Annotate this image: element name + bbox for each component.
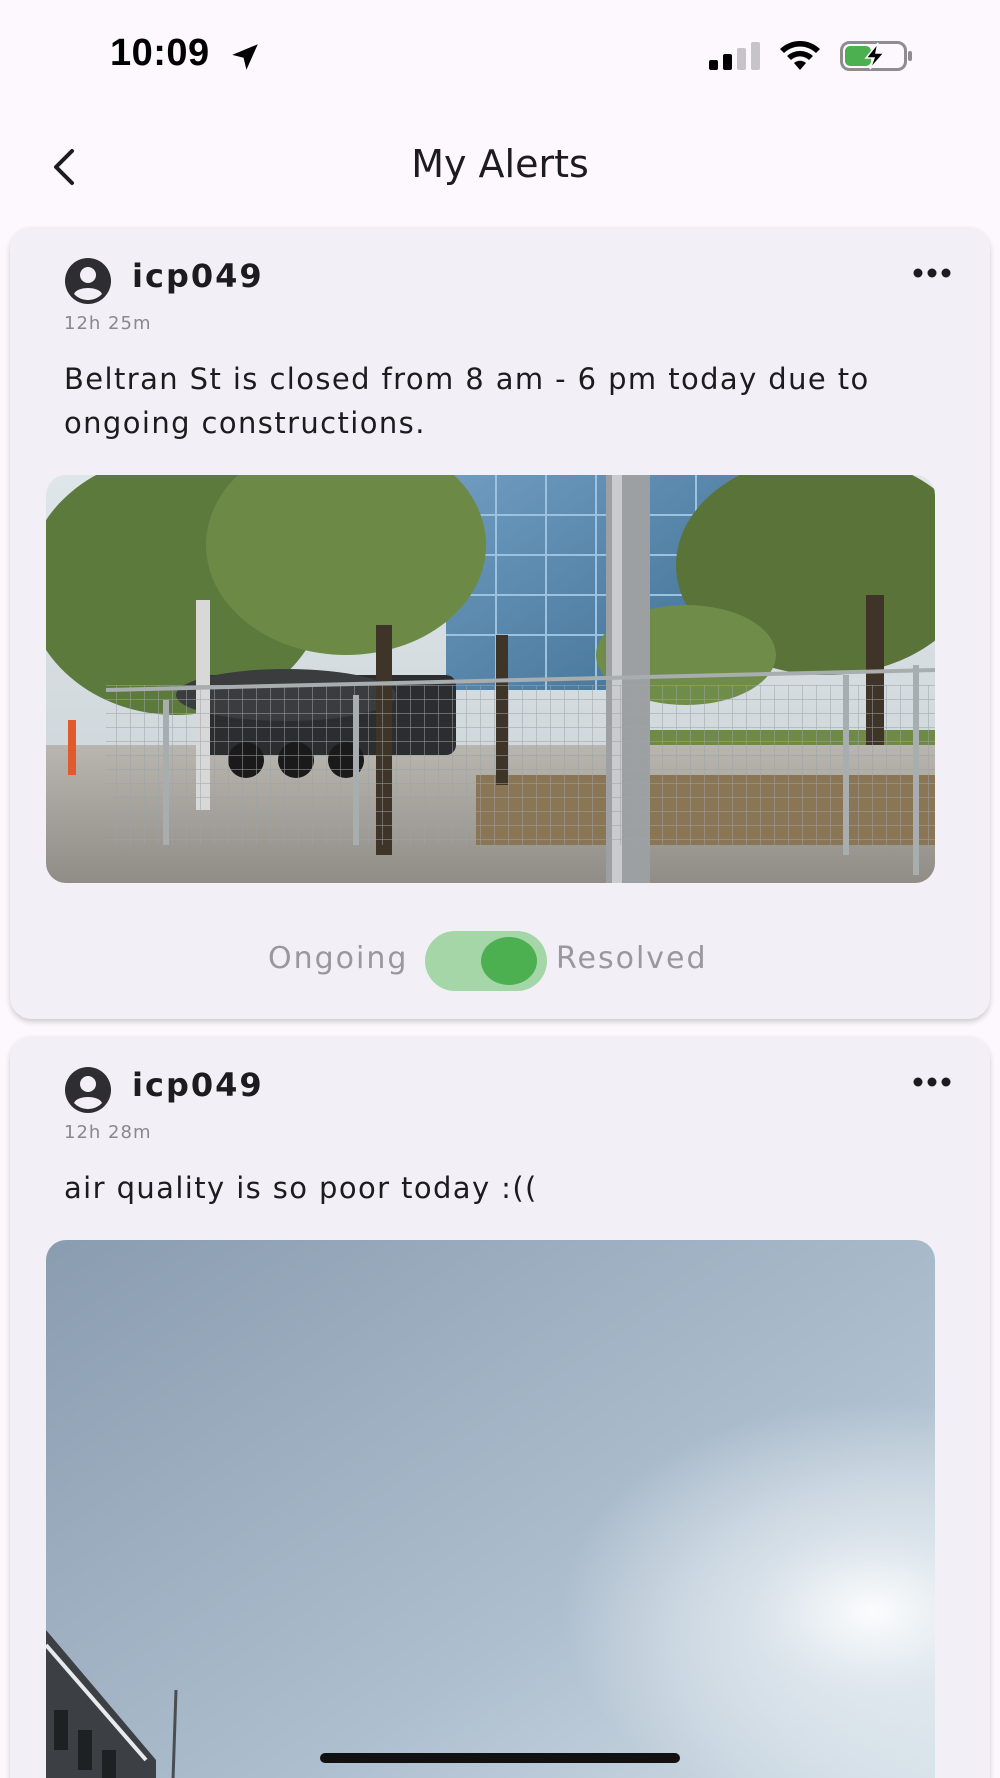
location-arrow-icon: [232, 44, 258, 70]
alert-card: icp049 12h 25m Beltran St is closed from…: [10, 227, 990, 1019]
toggle-label-resolved: Resolved: [556, 941, 708, 976]
alert-username: icp049: [132, 1066, 264, 1104]
alert-image: [46, 475, 935, 883]
toggle-knob[interactable]: [481, 937, 537, 985]
account-circle-icon: [65, 1067, 111, 1113]
alert-card: icp049 12h 28m air quality is so poor to…: [10, 1036, 990, 1778]
status-time: 10:09: [110, 32, 210, 74]
status-toggle-row: Ongoing Resolved: [10, 931, 990, 991]
more-options-button[interactable]: [910, 1072, 954, 1092]
alert-timestamp: 12h 25m: [64, 313, 152, 334]
alert-text: air quality is so poor today :((: [64, 1171, 538, 1205]
app-header: My Alerts: [0, 120, 1000, 216]
account-circle-icon: [65, 258, 111, 304]
alert-text: Beltran St is closed from 8 am - 6 pm to…: [64, 362, 870, 440]
page-title: My Alerts: [411, 142, 589, 186]
cellular-signal-icon: [709, 42, 760, 70]
battery-charging-icon: [840, 41, 912, 71]
alert-username: icp049: [132, 257, 264, 295]
alert-image: [46, 1240, 935, 1778]
alert-timestamp: 12h 28m: [64, 1122, 152, 1143]
toggle-label-ongoing: Ongoing: [268, 941, 409, 976]
more-options-button[interactable]: [910, 263, 954, 283]
home-indicator: [320, 1753, 680, 1763]
status-bar: 10:09: [0, 0, 1000, 110]
status-toggle[interactable]: [425, 931, 547, 991]
wifi-icon: [780, 41, 820, 70]
